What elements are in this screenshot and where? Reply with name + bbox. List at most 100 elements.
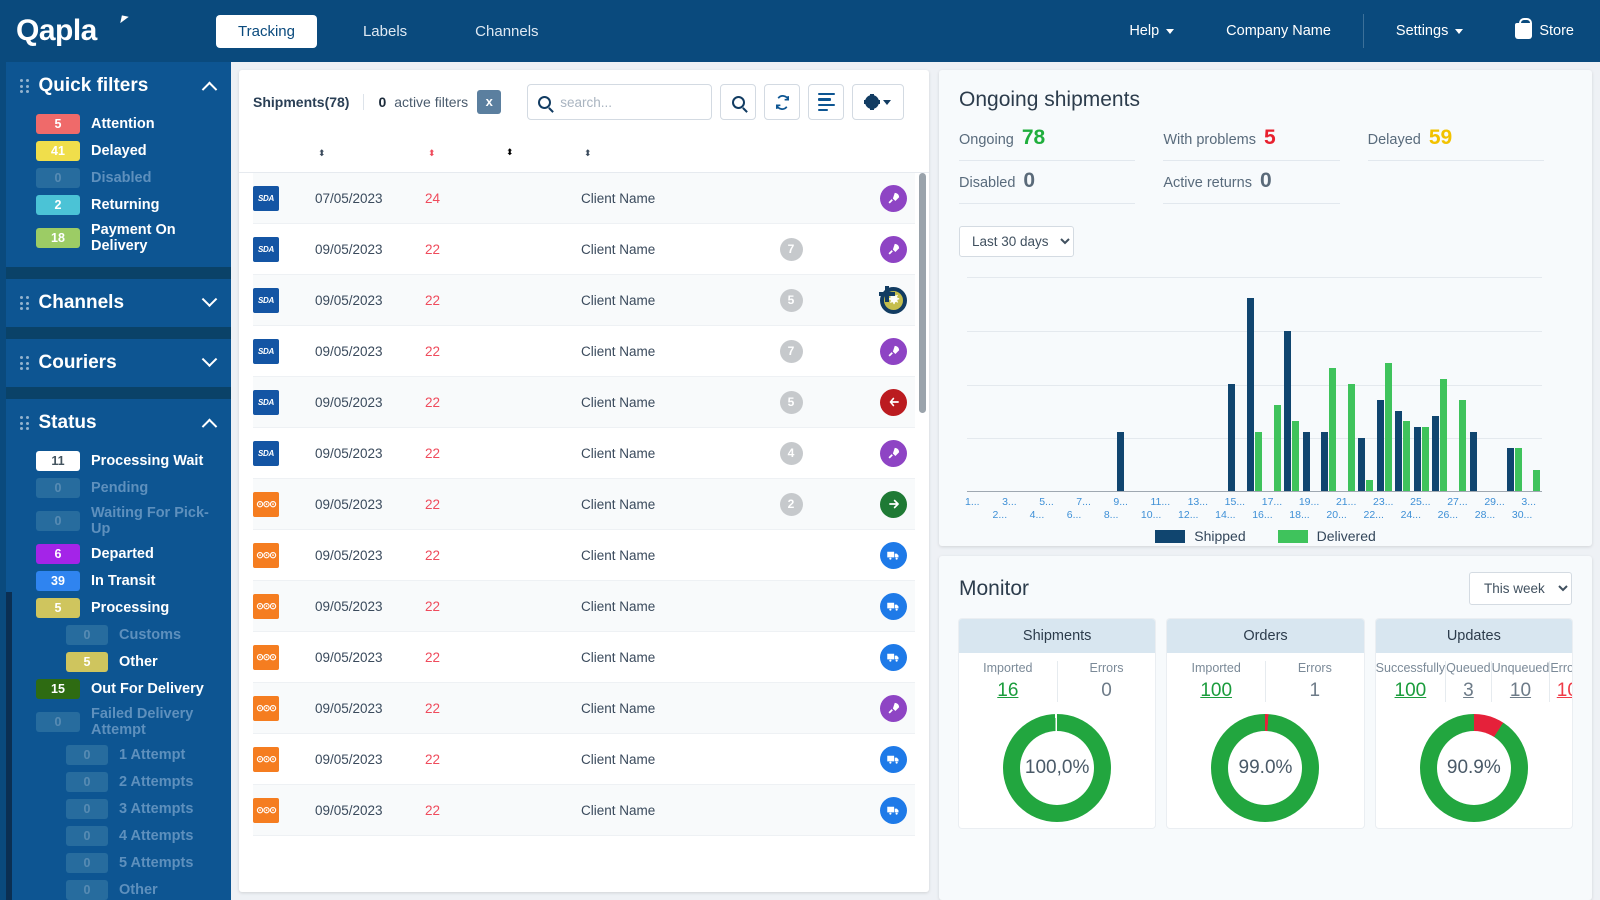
sidebar-filter-delayed[interactable]: 41 Delayed — [6, 137, 231, 164]
chart-bar-delivered[interactable] — [1273, 405, 1281, 491]
sidebar-filter-pending[interactable]: 0 Pending — [6, 474, 231, 501]
sidebar-filter-payment-on-delivery[interactable]: 18 Payment On Delivery — [6, 218, 231, 257]
chart-bar-shipped[interactable] — [1413, 426, 1421, 491]
chart-bar-shipped[interactable] — [1302, 432, 1310, 491]
table-row[interactable]: ⊙⊙⊙ 09/05/2023 22 Client Name — [253, 632, 915, 683]
sidebar-filter-processing-wait[interactable]: 11 Processing Wait — [6, 447, 231, 474]
info-badge[interactable]: 2 — [779, 492, 803, 516]
chart-bar-delivered[interactable] — [1254, 432, 1262, 491]
chart-bar-delivered[interactable] — [1347, 384, 1355, 491]
sidebar-section-header-couriers[interactable]: Couriers — [6, 339, 231, 387]
chart-bar-delivered[interactable] — [1384, 362, 1392, 491]
status-gear-icon[interactable] — [879, 285, 907, 314]
nav-tab-labels[interactable]: Labels — [341, 15, 429, 48]
status-back-icon[interactable] — [880, 388, 907, 416]
drag-handle-icon[interactable] — [20, 79, 29, 93]
table-scrollbar-thumb[interactable] — [919, 173, 926, 413]
app-logo[interactable]: Qapla — [16, 14, 216, 48]
nav-tab-channels[interactable]: Channels — [453, 15, 560, 48]
info-badge[interactable]: 7 — [779, 339, 803, 363]
chart-bar-delivered[interactable] — [1292, 421, 1300, 491]
status-truck-icon[interactable] — [880, 541, 907, 569]
drag-handle-icon[interactable] — [20, 296, 29, 310]
monitor-col-value[interactable]: 100 — [1167, 680, 1265, 702]
table-row[interactable]: ⊙⊙⊙ 09/05/2023 22 Client Name — [253, 734, 915, 785]
nav-help[interactable]: Help — [1103, 23, 1200, 39]
chart-bar-delivered[interactable] — [1421, 426, 1429, 491]
chevron-up-icon[interactable] — [201, 418, 218, 434]
nav-settings[interactable]: Settings — [1370, 23, 1489, 39]
table-row[interactable]: SDA 09/05/2023 22 Client Name 7 — [253, 326, 915, 377]
chevron-down-icon[interactable] — [201, 350, 218, 367]
chart-bar-shipped[interactable] — [1228, 384, 1236, 491]
table-row[interactable]: ⊙⊙⊙ 09/05/2023 22 Client Name — [253, 530, 915, 581]
status-truck-icon[interactable] — [880, 796, 907, 824]
chart-bar-delivered[interactable] — [1514, 448, 1522, 491]
sidebar-filter-1-attempt[interactable]: 0 1 Attempt — [6, 741, 231, 768]
sort-icon[interactable]: ⬍ — [318, 148, 326, 157]
table-row[interactable]: ⊙⊙⊙ 09/05/2023 22 Client Name — [253, 785, 915, 836]
chart-bar-shipped[interactable] — [1506, 448, 1514, 491]
advanced-search-button[interactable] — [720, 84, 757, 120]
chart-bar-shipped[interactable] — [1469, 432, 1477, 491]
chart-bar-shipped[interactable] — [1246, 298, 1254, 491]
sidebar-filter-customs[interactable]: 0 Customs — [6, 621, 231, 648]
chart-bar-delivered[interactable] — [1403, 421, 1411, 491]
search-input[interactable] — [560, 94, 702, 110]
chart-bar-delivered[interactable] — [1458, 400, 1466, 491]
sidebar-filter-5-attempts[interactable]: 0 5 Attempts — [6, 849, 231, 876]
status-rocket-icon[interactable] — [880, 694, 907, 722]
chevron-down-icon[interactable] — [201, 290, 218, 307]
chart-bar-shipped[interactable] — [1376, 400, 1384, 491]
info-badge[interactable]: 5 — [779, 288, 803, 312]
table-row[interactable]: SDA 09/05/2023 22 Client Name 4 — [253, 428, 915, 479]
search-box[interactable] — [527, 84, 713, 120]
table-row[interactable]: ⊙⊙⊙ 09/05/2023 22 Client Name — [253, 581, 915, 632]
sidebar-filter-in-transit[interactable]: 39 In Transit — [6, 567, 231, 594]
sidebar-filter-other[interactable]: 0 Other — [6, 876, 231, 900]
sidebar-filter-other[interactable]: 5 Other — [6, 648, 231, 675]
nav-company-name[interactable]: Company Name — [1200, 23, 1357, 39]
legend-item-shipped[interactable]: Shipped — [1155, 528, 1246, 544]
nav-store[interactable]: Store — [1489, 18, 1600, 39]
chart-bar-shipped[interactable] — [1395, 410, 1403, 491]
monitor-range-select[interactable]: This week — [1469, 572, 1572, 605]
refresh-button[interactable] — [764, 84, 801, 120]
monitor-col-value[interactable]: 10 — [1550, 680, 1572, 702]
chart-bar-shipped[interactable] — [1358, 437, 1366, 491]
table-row[interactable]: ⊙⊙⊙ 09/05/2023 22 Client Name 2 — [253, 479, 915, 530]
table-scrollbar[interactable] — [919, 173, 926, 892]
chart-bar-delivered[interactable] — [1533, 469, 1541, 491]
sidebar-filter-waiting-for-pick-up[interactable]: 0 Waiting For Pick-Up — [6, 501, 231, 540]
monitor-col-value[interactable]: 16 — [959, 680, 1057, 702]
sidebar-section-header-quick-filters[interactable]: Quick filters — [6, 62, 231, 110]
monitor-col-value[interactable]: 0 — [1058, 680, 1156, 702]
chart-bar-shipped[interactable] — [1117, 432, 1125, 491]
table-row[interactable]: SDA 09/05/2023 22 Client Name 7 — [253, 224, 915, 275]
sidebar-section-header-status[interactable]: Status — [6, 399, 231, 447]
monitor-col-value[interactable]: 1 — [1266, 680, 1364, 702]
table-row[interactable]: ⊙⊙⊙ 09/05/2023 22 Client Name — [253, 683, 915, 734]
sidebar-filter-processing[interactable]: 5 Processing — [6, 594, 231, 621]
sidebar-filter-disabled[interactable]: 0 Disabled — [6, 164, 231, 191]
sort-icon[interactable]: ⬍ — [428, 148, 436, 157]
drag-handle-icon[interactable] — [20, 356, 29, 370]
chart-bar-shipped[interactable] — [1321, 432, 1329, 491]
sidebar-filter-returning[interactable]: 2 Returning — [6, 191, 231, 218]
status-arrow-icon[interactable] — [880, 490, 907, 518]
sidebar-filter-3-attempts[interactable]: 0 3 Attempts — [6, 795, 231, 822]
chart-bar-delivered[interactable] — [1329, 367, 1337, 491]
sort-icon[interactable]: ⬍ — [506, 148, 514, 157]
info-badge[interactable]: 7 — [779, 237, 803, 261]
table-row[interactable]: SDA 07/05/2023 24 Client Name — [253, 173, 915, 224]
settings-menu-button[interactable] — [852, 84, 905, 120]
status-rocket-icon[interactable] — [880, 184, 907, 212]
status-rocket-icon[interactable] — [880, 439, 907, 467]
monitor-col-value[interactable]: 3 — [1446, 680, 1490, 702]
chevron-up-icon[interactable] — [201, 81, 218, 97]
sidebar-filter-4-attempts[interactable]: 0 4 Attempts — [6, 822, 231, 849]
sidebar-filter-failed-delivery-attempt[interactable]: 0 Failed Delivery Attempt — [6, 702, 231, 741]
chart-bar-delivered[interactable] — [1366, 480, 1374, 491]
monitor-col-value[interactable]: 100 — [1376, 680, 1445, 702]
drag-handle-icon[interactable] — [20, 416, 29, 430]
